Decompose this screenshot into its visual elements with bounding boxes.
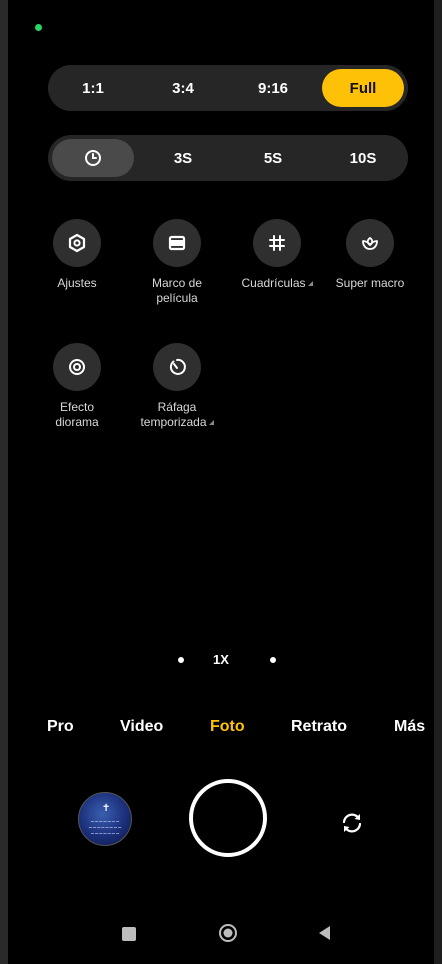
mode-pro[interactable]: Pro (47, 718, 74, 736)
aspect-ratio-selector: 1:1 3:4 9:16 Full (48, 65, 408, 111)
switch-camera-icon (342, 813, 362, 833)
diorama-button[interactable] (53, 343, 101, 391)
gallery-thumbnail[interactable]: ✝ ~~~~~~~ ~~~~~~~~ ~~~~~~~ (78, 792, 132, 846)
option-cuadriculas[interactable]: Cuadrículas (227, 219, 327, 291)
timer-option-10s[interactable]: 10S (322, 139, 404, 177)
film-frame-icon (168, 235, 186, 251)
option-label: Marco de película (127, 276, 227, 306)
timer-selector: 3S 5S 10S (48, 135, 408, 181)
option-label: Cuadrículas (227, 276, 327, 291)
thumbnail-image-text: ~~~~~~~ ~~~~~~~~ ~~~~~~~ (88, 819, 122, 837)
aspect-option-9-16[interactable]: 9:16 (232, 69, 314, 107)
screen-edge-right (434, 0, 442, 964)
timer-option-5s[interactable]: 5S (232, 139, 314, 177)
recents-button[interactable] (122, 927, 136, 941)
zoom-dot-left[interactable] (178, 657, 184, 663)
aspect-option-3-4[interactable]: 3:4 (142, 69, 224, 107)
back-button[interactable] (316, 924, 334, 942)
diorama-icon (69, 359, 85, 375)
timer-option-off[interactable] (52, 139, 134, 177)
option-ajustes[interactable]: Ajustes (27, 219, 127, 291)
option-label: Ajustes (57, 276, 97, 290)
super-macro-button[interactable] (346, 219, 394, 267)
option-efecto-diorama[interactable]: Efecto diorama (27, 343, 127, 430)
mode-video[interactable]: Video (120, 718, 163, 736)
option-label-line: Ráfaga (157, 400, 197, 414)
macro-flower-icon (362, 236, 378, 250)
screen-edge-left (0, 0, 8, 964)
film-frame-button[interactable] (153, 219, 201, 267)
mode-foto[interactable]: Foto (210, 718, 245, 736)
grid-button[interactable] (253, 219, 301, 267)
zoom-level-label[interactable]: 1X (213, 652, 229, 667)
option-label-line: temporizada (140, 415, 207, 429)
timed-burst-button[interactable] (153, 343, 201, 391)
option-label-line: diorama (55, 415, 99, 429)
home-button[interactable] (218, 923, 238, 943)
camera-screen: 1:1 3:4 9:16 Full 3S 5S 10S Ajustes Marc… (0, 0, 442, 964)
shutter-button[interactable] (189, 779, 267, 857)
timer-option-3s[interactable]: 3S (142, 139, 224, 177)
timed-burst-icon (169, 358, 186, 375)
option-marco-de-pelicula[interactable]: Marco de película (127, 219, 227, 306)
option-label: Efecto diorama (27, 400, 127, 430)
submenu-triangle-icon (307, 281, 313, 286)
option-super-macro[interactable]: Super macro (320, 219, 420, 291)
thumbnail-cross-icon: ✝ (102, 803, 111, 814)
aspect-option-full[interactable]: Full (322, 69, 404, 107)
clock-icon (85, 150, 101, 166)
mode-retrato[interactable]: Retrato (291, 718, 347, 736)
zoom-dot-right[interactable] (270, 657, 276, 663)
mode-mas[interactable]: Más (394, 718, 425, 736)
option-label-text: Cuadrículas (241, 276, 306, 290)
settings-button[interactable] (53, 219, 101, 267)
option-label: Ráfaga temporizada (127, 400, 227, 430)
switch-camera-button[interactable] (332, 803, 372, 843)
grid-icon (269, 235, 285, 251)
aspect-option-1-1[interactable]: 1:1 (52, 69, 134, 107)
option-label-line: película (156, 291, 198, 305)
option-label: Super macro (335, 276, 405, 290)
settings-icon (68, 233, 86, 253)
option-label-line: Marco de (151, 276, 203, 290)
option-rafaga-temporizada[interactable]: Ráfaga temporizada (127, 343, 227, 430)
privacy-indicator-dot (35, 24, 42, 31)
submenu-triangle-icon (208, 420, 214, 425)
option-label-line: Efecto (59, 400, 95, 414)
